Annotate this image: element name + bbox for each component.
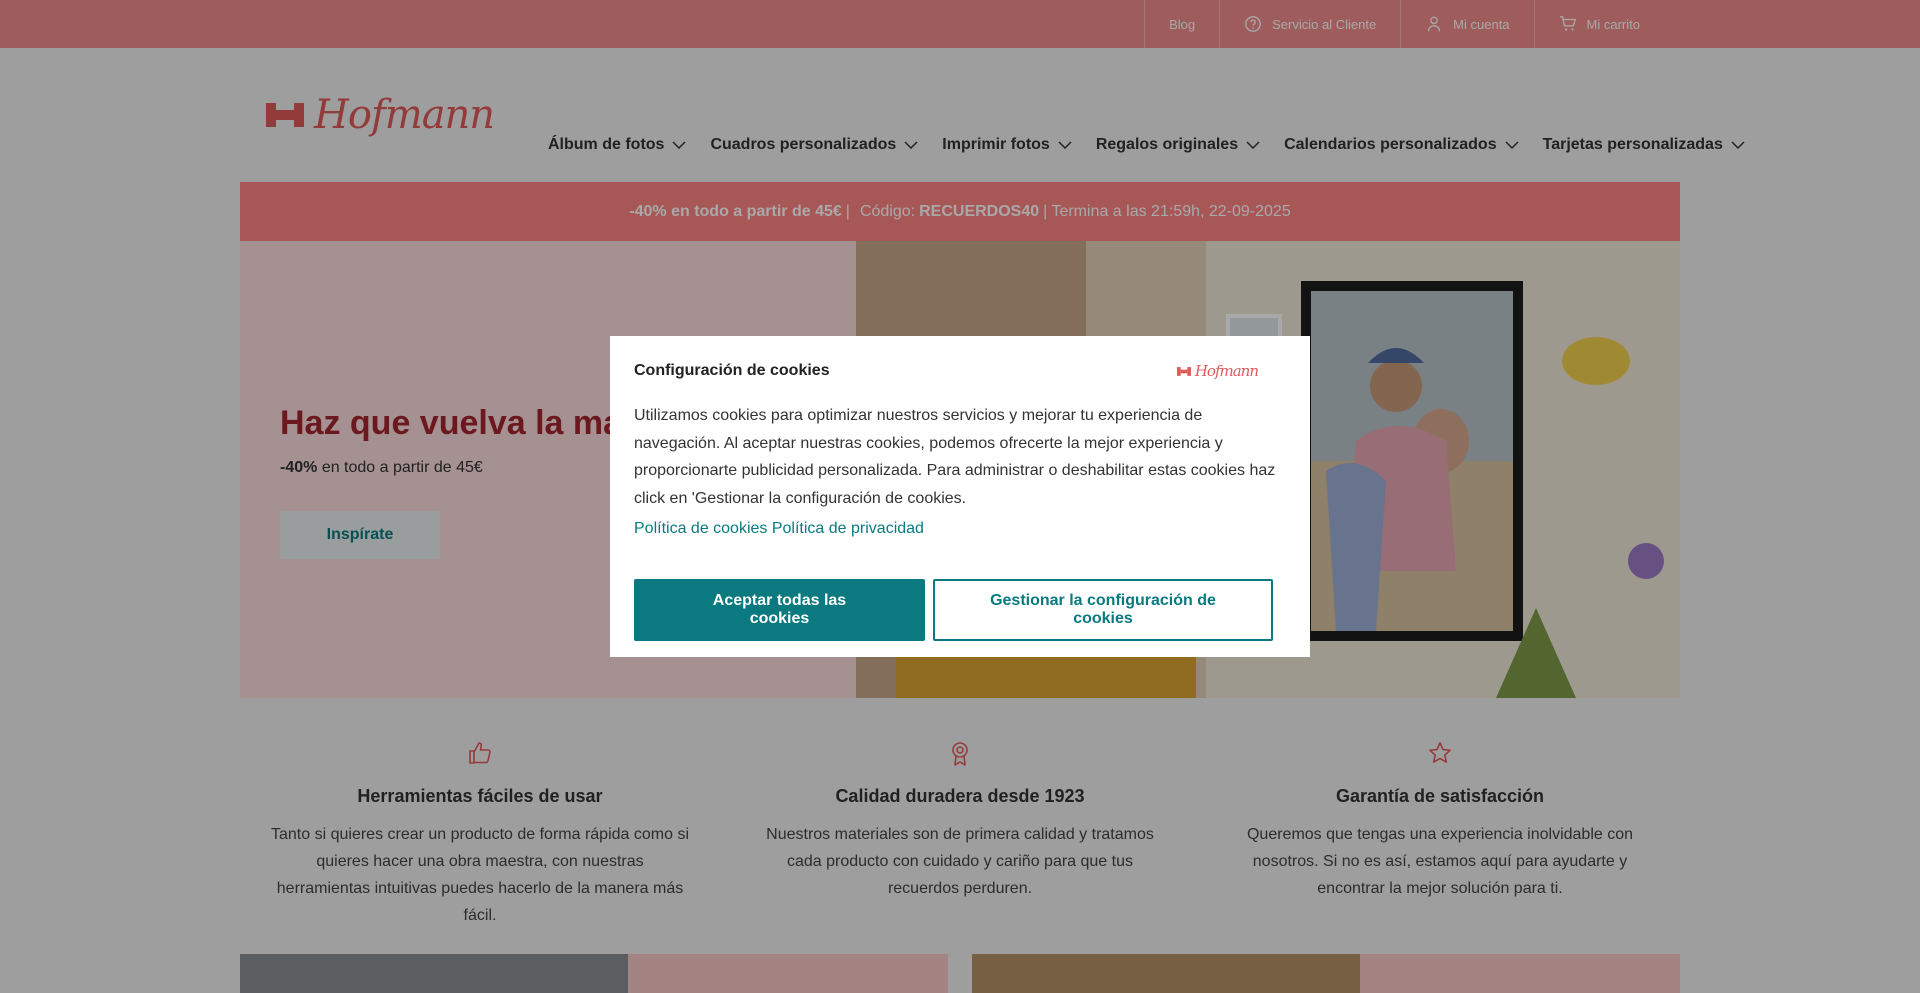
cookie-consent-dialog: Configuración de cookies Hofmann Utiliza… <box>610 336 1310 657</box>
cookie-dialog-body: Utilizamos cookies para optimizar nuestr… <box>634 407 1276 507</box>
cookie-policy-links: Política de cookies Política de privacid… <box>634 520 1276 538</box>
privacy-policy-link[interactable]: Política de privacidad <box>772 520 924 537</box>
cookie-dialog-actions: Aceptar todas las cookies Gestionar la c… <box>634 579 1273 641</box>
accept-all-cookies-button[interactable]: Aceptar todas las cookies <box>634 579 925 641</box>
cookie-policy-link[interactable]: Política de cookies <box>634 520 767 537</box>
dialog-brand-logo: Hofmann <box>1176 362 1259 380</box>
manage-cookies-button[interactable]: Gestionar la configuración de cookies <box>933 579 1273 641</box>
brand-mark-icon <box>1176 366 1191 376</box>
brand-name: Hofmann <box>1194 362 1259 380</box>
